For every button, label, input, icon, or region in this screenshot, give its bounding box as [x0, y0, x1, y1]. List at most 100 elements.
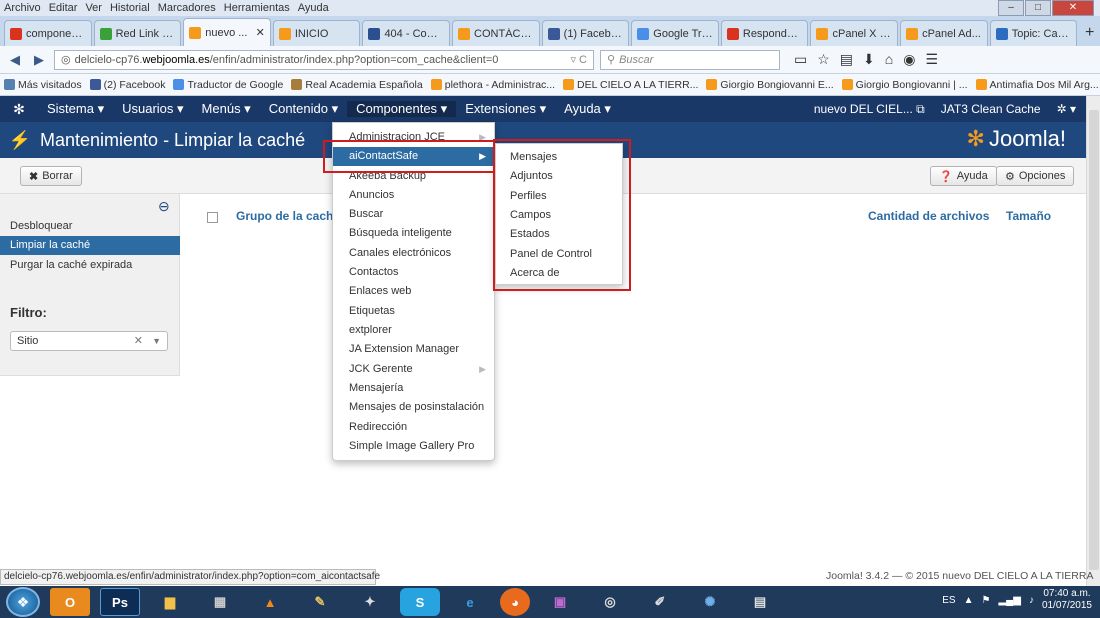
site-link[interactable]: nuevo DEL CIEL... ⧉ [814, 102, 925, 117]
close-window-button[interactable]: ✕ [1052, 0, 1094, 16]
tab-cpanel-ad[interactable]: cPanel Ad... [900, 20, 988, 46]
reload-icon[interactable]: ▿ C [570, 53, 587, 66]
network-icon[interactable]: ✺ [690, 588, 730, 616]
signal-icon[interactable]: ▂▄▆ [998, 595, 1020, 606]
nav-extensiones[interactable]: Extensiones ▾ [456, 101, 555, 117]
bookmark-item[interactable]: Más visitados [4, 79, 82, 91]
tab-contacto[interactable]: CONTÁCT... [452, 20, 540, 46]
collapse-sidebar-icon[interactable]: ⊖ [158, 198, 170, 215]
sidebar-item-limpiar[interactable]: Limpiar la caché [0, 236, 180, 255]
page-scrollbar[interactable] [1086, 96, 1100, 586]
paint-icon[interactable]: ✎ [300, 588, 340, 616]
clock[interactable]: 07:40 a.m. 01/07/2015 [1042, 588, 1092, 612]
search-input[interactable]: ⚲ Buscar [600, 49, 780, 70]
bookmark-item[interactable]: Antimafia Dos Mil Arg... [975, 79, 1099, 91]
tab-responder[interactable]: Responder ... [720, 20, 809, 46]
inkscape-icon[interactable]: ✦ [350, 588, 390, 616]
select-all-checkbox[interactable] [207, 212, 218, 223]
sidebar-item-desbloquear[interactable]: Desbloquear [0, 217, 180, 236]
menu-archivo[interactable]: Archivo [0, 2, 45, 14]
vlc-icon[interactable]: ▲ [250, 588, 290, 616]
bookmark-item[interactable]: Giorgio Bongiovanni E... [706, 79, 834, 91]
menu-item-buscar[interactable]: Buscar [333, 205, 494, 224]
tab-google-translate[interactable]: Google Tra... [631, 20, 719, 46]
options-button[interactable]: ⚙ Opciones [996, 166, 1075, 186]
menu-item-enlaces[interactable]: Enlaces web [333, 282, 494, 301]
menu-item-busqueda[interactable]: Búsqueda inteligente [333, 224, 494, 243]
nav-componentes[interactable]: Componentes ▾ [347, 101, 457, 117]
tab-inicio[interactable]: INICIO [272, 20, 361, 46]
flag-icon[interactable]: ⚑ [982, 595, 991, 606]
volume-icon[interactable]: ♪ [1029, 595, 1034, 606]
app-icon[interactable]: ▣ [540, 588, 580, 616]
tab-cpanel-x[interactable]: cPanel X - ... [810, 20, 899, 46]
save-icon[interactable]: ▤ [740, 588, 780, 616]
help-button[interactable]: ❓ Ayuda [930, 166, 997, 186]
language-indicator[interactable]: ES [942, 595, 955, 606]
windows-start-icon[interactable]: ❖ [6, 587, 40, 617]
menu-item-ja-extension[interactable]: JA Extension Manager [333, 340, 494, 359]
bookmark-item[interactable]: Real Academia Española [291, 79, 423, 91]
menu-ver[interactable]: Ver [81, 2, 106, 14]
menu-item-etiquetas[interactable]: Etiquetas [333, 302, 494, 321]
menu-historial[interactable]: Historial [106, 2, 154, 14]
column-size[interactable]: Tamaño [1006, 209, 1051, 223]
skype-icon[interactable]: S [400, 588, 440, 616]
user-gear-icon[interactable]: ✲ ▾ [1057, 102, 1076, 116]
menu-marcadores[interactable]: Marcadores [154, 2, 220, 14]
webcam-icon[interactable]: ◎ [590, 588, 630, 616]
tab-topic[interactable]: Topic: Can... [989, 20, 1078, 46]
joomla-logo-icon[interactable]: ✻ [0, 101, 38, 118]
back-button[interactable]: ◀ [6, 51, 24, 69]
internet-explorer-icon[interactable]: e [450, 588, 490, 616]
reader-view-icon[interactable]: ▭ [794, 51, 807, 68]
maximize-button[interactable]: □ [1025, 0, 1051, 16]
menu-ayuda[interactable]: Ayuda [294, 2, 333, 14]
delete-button[interactable]: ✖ Borrar [20, 166, 82, 186]
download-icon[interactable]: ⬇ [863, 51, 875, 68]
menu-item-contactos[interactable]: Contactos [333, 263, 494, 282]
bookmark-item[interactable]: Traductor de Google [173, 79, 283, 91]
menu-item-extplorer[interactable]: extplorer [333, 321, 494, 340]
menu-item-redireccion[interactable]: Redirección [333, 418, 494, 437]
outlook-icon[interactable]: O [50, 588, 90, 616]
menu-item-mensajeria[interactable]: Mensajería [333, 379, 494, 398]
filter-select[interactable]: Sitio ✕ ▼ [10, 331, 168, 351]
nav-ayuda[interactable]: Ayuda ▾ [555, 101, 620, 117]
minimize-button[interactable]: – [998, 0, 1024, 16]
bookmarks-list-icon[interactable]: ▤ [840, 51, 853, 68]
nav-sistema[interactable]: Sistema ▾ [38, 101, 113, 117]
tray-expand-icon[interactable]: ▲ [964, 595, 974, 606]
notepad-icon[interactable]: ✐ [640, 588, 680, 616]
new-tab-button[interactable]: + [1079, 22, 1100, 46]
nav-menus[interactable]: Menús ▾ [193, 101, 260, 117]
menu-icon[interactable]: ☰ [925, 51, 938, 68]
tab-componen[interactable]: componen... [4, 20, 92, 46]
chat-icon[interactable]: ◉ [903, 51, 915, 68]
bookmark-item[interactable]: Giorgio Bongiovanni | ... [841, 79, 968, 91]
clear-icon[interactable]: ✕ [134, 332, 143, 350]
column-group[interactable]: Grupo de la caché [236, 209, 340, 223]
tab-404[interactable]: 404 - Com... [362, 20, 451, 46]
column-count[interactable]: Cantidad de archivos [868, 209, 989, 223]
clean-cache-link[interactable]: JAT3 Clean Cache [941, 102, 1041, 116]
bookmark-item[interactable]: plethora - Administrac... [430, 79, 555, 91]
firefox-icon[interactable]: ◕ [500, 588, 530, 616]
tab-close-icon[interactable]: ✕ [256, 26, 265, 39]
menu-item-posinstalacion[interactable]: Mensajes de posinstalación [333, 398, 494, 417]
menu-editar[interactable]: Editar [45, 2, 82, 14]
photoshop-icon[interactable]: Ps [100, 588, 140, 616]
menu-item-anuncios[interactable]: Anuncios [333, 186, 494, 205]
folder-icon[interactable]: ▆ [150, 588, 190, 616]
menu-herramientas[interactable]: Herramientas [220, 2, 294, 14]
nav-usuarios[interactable]: Usuarios ▾ [113, 101, 192, 117]
tab-redlink[interactable]: Red Link - ... [93, 20, 182, 46]
bookmark-item[interactable]: (2) Facebook [89, 79, 165, 91]
forward-button[interactable]: ▶ [30, 51, 48, 69]
bookmark-item[interactable]: DEL CIELO A LA TIERR... [563, 79, 698, 91]
scrollbar-thumb[interactable] [1089, 110, 1099, 570]
tab-nuevo-active[interactable]: nuevo ... ✕ [183, 18, 271, 46]
calculator-icon[interactable]: ▦ [200, 588, 240, 616]
url-bar[interactable]: ◎ delcielo-cp76. webjoomla.es/enfin/admin… [54, 49, 594, 70]
menu-item-gallery[interactable]: Simple Image Gallery Pro [333, 437, 494, 456]
